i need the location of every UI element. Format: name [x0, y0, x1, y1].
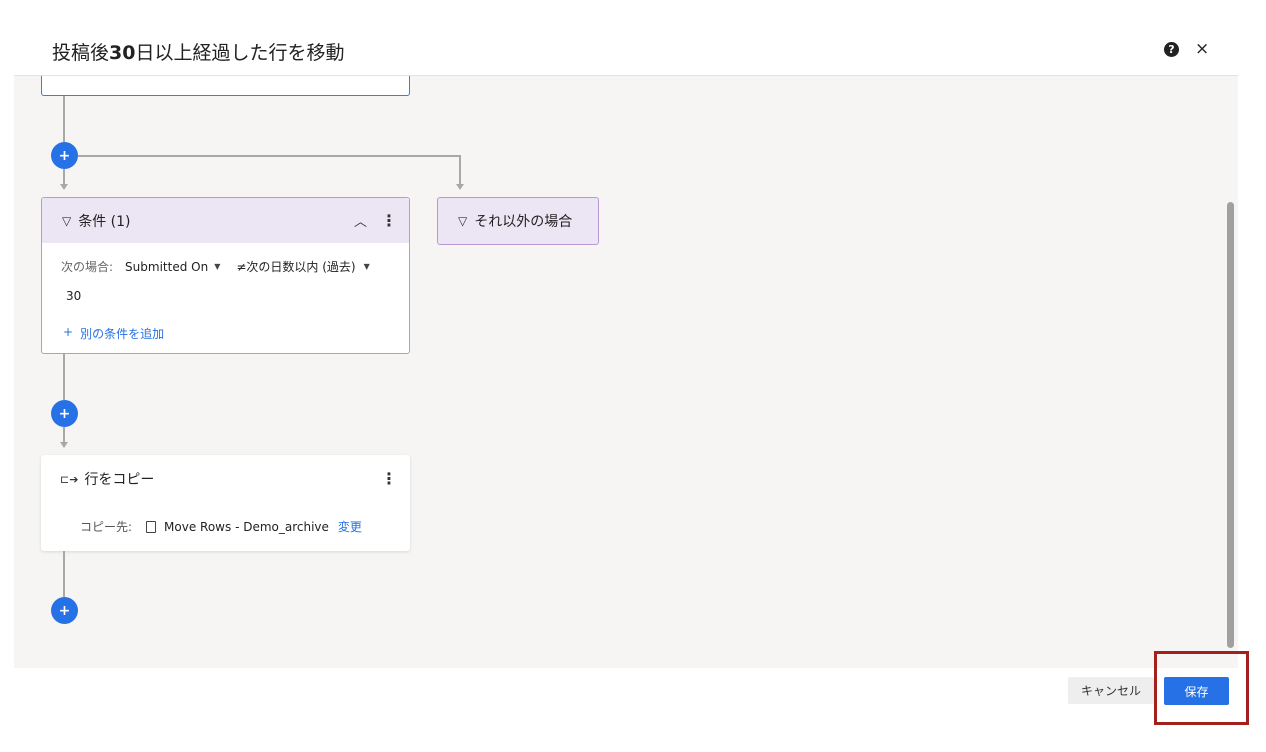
plus-icon: +: [63, 325, 74, 339]
condition-field-select[interactable]: Submitted On: [125, 260, 208, 274]
close-icon[interactable]: ×: [1195, 41, 1209, 58]
condition-when-label: 次の場合:: [61, 260, 114, 274]
collapse-icon[interactable]: ︿: [354, 211, 367, 230]
copy-row-title: 行をコピー: [84, 472, 155, 488]
connector-line: [63, 427, 65, 443]
change-destination-link[interactable]: 変更: [338, 518, 362, 535]
copy-row-header: ⊏➔ 行をコピー: [60, 469, 154, 489]
dialog-title: 投稿後30日以上経過した行を移動: [52, 42, 345, 64]
sheet-icon: [146, 520, 157, 533]
branch-line: [78, 155, 461, 157]
else-branch-title: それ以外の場合: [474, 214, 573, 230]
trigger-card[interactable]: [41, 76, 410, 96]
condition-row: 次の場合: Submitted On ▼ ≠次の日数以内 (過去) ▼: [61, 258, 386, 275]
vertical-scrollbar[interactable]: [1227, 202, 1234, 648]
add-condition-label: 別の条件を追加: [80, 327, 165, 341]
connector-line: [63, 169, 65, 185]
more-options-icon[interactable]: ⋮: [381, 469, 397, 488]
filter-icon: ▽: [458, 214, 468, 228]
connector-line: [63, 354, 65, 400]
copy-destination-label: コピー先:: [80, 520, 133, 534]
cancel-button[interactable]: キャンセル: [1068, 677, 1154, 704]
copy-destination-sheet: Move Rows - Demo_archive: [164, 519, 329, 534]
condition-value-input[interactable]: 30: [66, 289, 81, 303]
arrow-head: [456, 184, 464, 190]
condition-header: ▽ 条件 (1) ︿ ⋮: [42, 198, 409, 243]
filter-icon: ▽: [62, 213, 72, 228]
copy-row-icon: ⊏➔: [60, 472, 79, 486]
add-step-button[interactable]: +: [51, 142, 78, 169]
add-step-button[interactable]: +: [51, 597, 78, 624]
copy-destination-row: コピー先: Move Rows - Demo_archive 変更: [80, 518, 362, 535]
workflow-canvas[interactable]: + ▽ 条件 (1) ︿ ⋮ 次の場合: Submitted On ▼ ≠次の日…: [14, 75, 1238, 668]
connector-line: [63, 551, 65, 597]
help-icon[interactable]: ?: [1164, 42, 1179, 57]
branch-line: [459, 155, 461, 185]
else-branch-card[interactable]: ▽ それ以外の場合: [437, 197, 599, 245]
add-step-button[interactable]: +: [51, 400, 78, 427]
connector-line: [63, 96, 65, 142]
condition-title: 条件 (1): [78, 213, 131, 230]
dropdown-caret-icon[interactable]: ▼: [214, 262, 220, 271]
more-options-icon[interactable]: ⋮: [381, 211, 397, 230]
header-actions: ? ×: [1164, 41, 1209, 58]
arrow-head: [60, 184, 68, 190]
save-highlight-box: [1154, 651, 1249, 725]
condition-card[interactable]: ▽ 条件 (1) ︿ ⋮ 次の場合: Submitted On ▼ ≠次の日数以…: [41, 197, 410, 354]
copy-row-card[interactable]: ⊏➔ 行をコピー ⋮ コピー先: Move Rows - Demo_archiv…: [41, 455, 410, 551]
condition-operator-select[interactable]: ≠次の日数以内 (過去): [236, 258, 355, 275]
add-condition-link[interactable]: + 別の条件を追加: [63, 325, 164, 342]
dropdown-caret-icon[interactable]: ▼: [364, 262, 370, 271]
arrow-head: [60, 442, 68, 448]
